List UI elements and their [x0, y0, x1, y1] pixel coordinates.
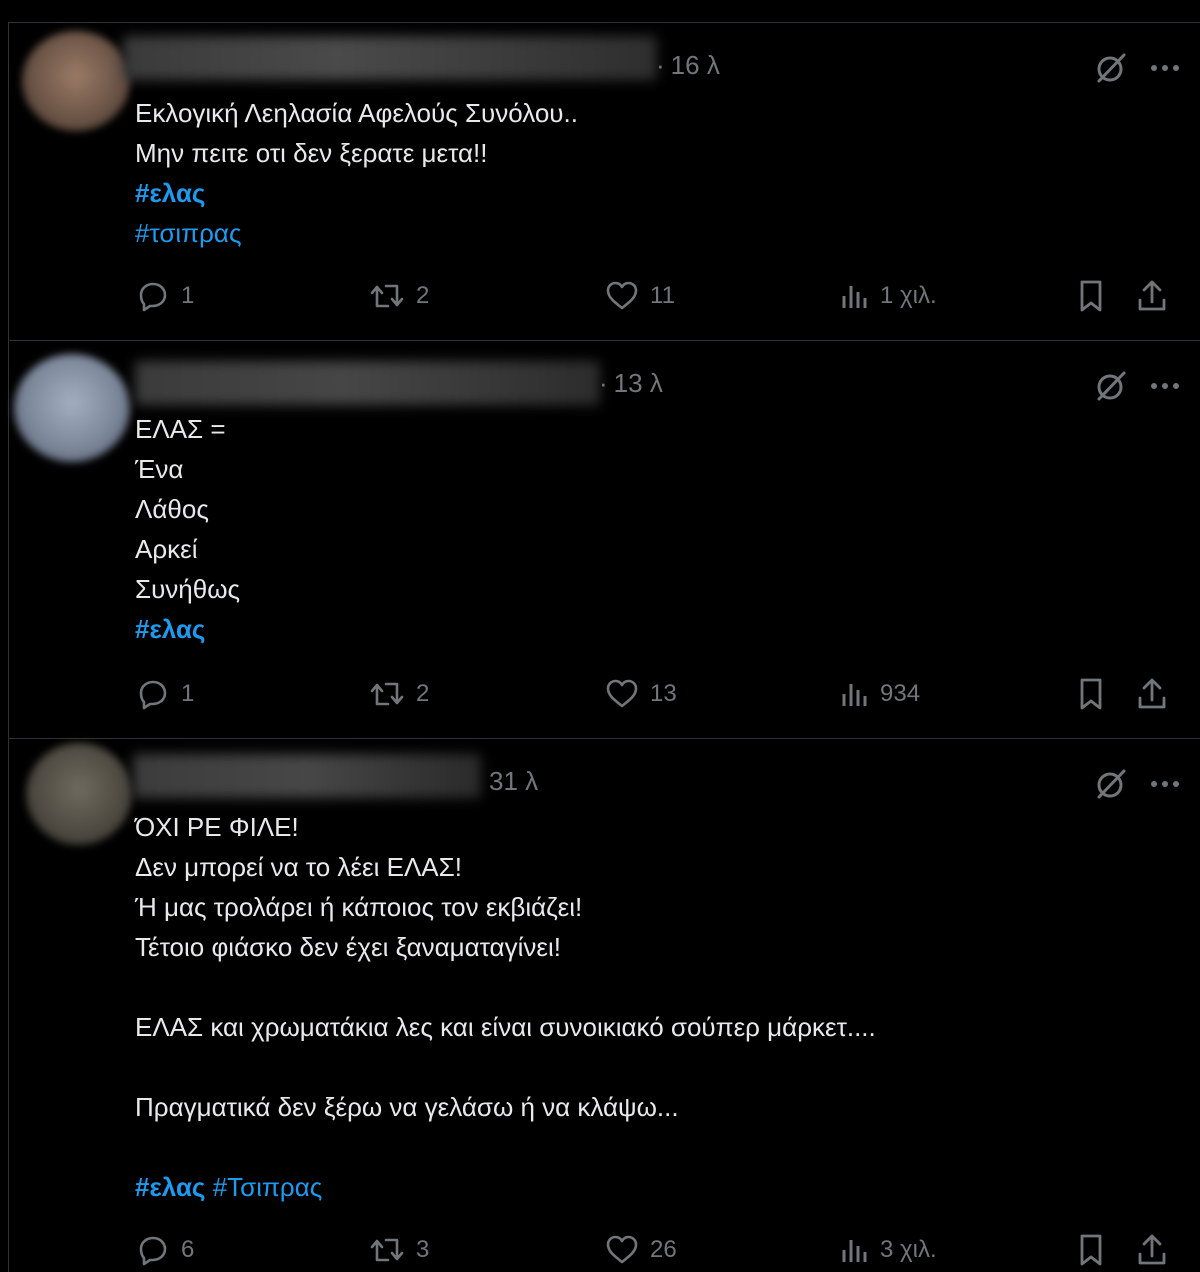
retweet-count: 2: [416, 282, 430, 309]
grok-icon[interactable]: [1094, 51, 1128, 85]
post-line: Μην πειτε οτι δεν ξερατε μετα!!: [135, 138, 488, 168]
like-button[interactable]: 26: [604, 1230, 677, 1270]
post-timestamp[interactable]: 31 λ: [489, 766, 538, 797]
like-button[interactable]: 11: [604, 276, 675, 316]
share-icon: [1135, 676, 1169, 712]
hashtag-link[interactable]: #ελας: [135, 1172, 205, 1202]
avatar[interactable]: [14, 354, 130, 462]
avatar[interactable]: [26, 743, 132, 845]
post-line: ΌΧΙ ΡΕ ΦΙΛΕ!: [135, 812, 299, 842]
share-button[interactable]: [1135, 674, 1169, 714]
post-actions: 1 2 13 934: [135, 674, 1182, 714]
heart-icon: [604, 676, 640, 712]
post-line: Αρκεί: [135, 534, 198, 564]
like-count: 11: [650, 282, 675, 309]
post-line: Δεν μπορεί να το λέει ΕΛΑΣ!: [135, 852, 462, 882]
heart-icon: [604, 278, 640, 314]
hashtag-link[interactable]: #Τσιπρας: [213, 1172, 323, 1202]
views-button[interactable]: 1 χιλ.: [840, 276, 937, 316]
reply-count: 6: [181, 1236, 195, 1263]
author-name-redacted[interactable]: [135, 361, 600, 405]
like-count: 13: [650, 680, 677, 707]
like-button[interactable]: 13: [604, 674, 677, 714]
hashtag-link[interactable]: #ελας: [135, 178, 205, 208]
views-icon: [840, 278, 870, 314]
post-text: Εκλογική Λεηλασία Αφελούς Συνόλου.. Μην …: [135, 93, 578, 253]
hashtag-link[interactable]: #τσιπρας: [135, 218, 241, 248]
share-button[interactable]: [1135, 1230, 1169, 1270]
retweet-icon: [368, 278, 406, 314]
post-timestamp[interactable]: · 13 λ: [599, 368, 663, 399]
avatar[interactable]: [22, 31, 130, 131]
retweet-button[interactable]: 2: [368, 276, 429, 316]
view-count: 934: [880, 680, 921, 707]
share-icon: [1135, 1232, 1169, 1268]
retweet-icon: [368, 676, 406, 712]
more-options-icon[interactable]: [1150, 779, 1180, 789]
reply-button[interactable]: 1: [135, 674, 194, 714]
retweet-count: 2: [416, 680, 430, 707]
hashtag-link[interactable]: #ελας: [135, 614, 205, 644]
reply-count: 1: [181, 282, 195, 309]
post-3[interactable]: 31 λ ΌΧΙ ΡΕ ΦΙΛΕ! Δεν μπορεί να το λέει …: [8, 739, 1200, 1272]
share-icon: [1135, 278, 1169, 314]
post-line: ΕΛΑΣ και χρωματάκια λες και είναι συνοικ…: [135, 1012, 876, 1042]
bookmark-button[interactable]: [1075, 674, 1107, 714]
more-options-icon[interactable]: [1150, 381, 1180, 391]
post-line: Τέτοιο φιάσκο δεν έχει ξαναματαγίνει!: [135, 932, 561, 962]
author-name-redacted[interactable]: [123, 36, 657, 80]
bookmark-button[interactable]: [1075, 276, 1107, 316]
grok-icon[interactable]: [1094, 369, 1128, 403]
more-options-icon[interactable]: [1150, 63, 1180, 73]
post-line: Λάθος: [135, 494, 209, 524]
author-name-redacted[interactable]: [133, 754, 481, 798]
post-2[interactable]: · 13 λ ΕΛΑΣ = Ένα Λάθος Αρκεί Συνήθως #ελ…: [8, 341, 1200, 739]
bookmark-icon: [1075, 278, 1107, 314]
reply-icon: [135, 1232, 171, 1268]
reply-button[interactable]: 1: [135, 276, 194, 316]
post-line: Εκλογική Λεηλασία Αφελούς Συνόλου..: [135, 98, 578, 128]
post-timestamp[interactable]: · 16 λ: [656, 50, 720, 81]
view-count: 1 χιλ.: [880, 282, 937, 309]
retweet-count: 3: [416, 1236, 430, 1263]
post-line: Πραγματικά δεν ξέρω να γελάσω ή να κλάψω…: [135, 1092, 679, 1122]
retweet-button[interactable]: 3: [368, 1230, 429, 1270]
post-1[interactable]: · 16 λ Εκλογική Λεηλασία Αφελούς Συνόλου.…: [8, 23, 1200, 341]
reply-button[interactable]: 6: [135, 1230, 194, 1270]
view-count: 3 χιλ.: [880, 1236, 937, 1263]
retweet-icon: [368, 1232, 406, 1268]
views-icon: [840, 1232, 870, 1268]
post-line: Συνήθως: [135, 574, 241, 604]
post-line: ΕΛΑΣ =: [135, 414, 226, 444]
bookmark-button[interactable]: [1075, 1230, 1107, 1270]
reply-icon: [135, 676, 171, 712]
post-text: ΌΧΙ ΡΕ ΦΙΛΕ! Δεν μπορεί να το λέει ΕΛΑΣ!…: [135, 807, 876, 1207]
reply-count: 1: [181, 680, 195, 707]
post-actions: 1 2 11 1 χιλ.: [135, 276, 1182, 316]
views-icon: [840, 676, 870, 712]
reply-icon: [135, 278, 171, 314]
post-actions: 6 3 26 3 χιλ.: [135, 1230, 1182, 1270]
grok-icon[interactable]: [1094, 767, 1128, 801]
share-button[interactable]: [1135, 276, 1169, 316]
views-button[interactable]: 934: [840, 674, 920, 714]
like-count: 26: [650, 1236, 677, 1263]
post-line: Ή μας τρολάρει ή κάποιος τον εκβιάζει!: [135, 892, 583, 922]
views-button[interactable]: 3 χιλ.: [840, 1230, 937, 1270]
post-text: ΕΛΑΣ = Ένα Λάθος Αρκεί Συνήθως #ελας: [135, 409, 240, 649]
post-line: Ένα: [135, 454, 184, 484]
bookmark-icon: [1075, 1232, 1107, 1268]
heart-icon: [604, 1232, 640, 1268]
retweet-button[interactable]: 2: [368, 674, 429, 714]
bookmark-icon: [1075, 676, 1107, 712]
